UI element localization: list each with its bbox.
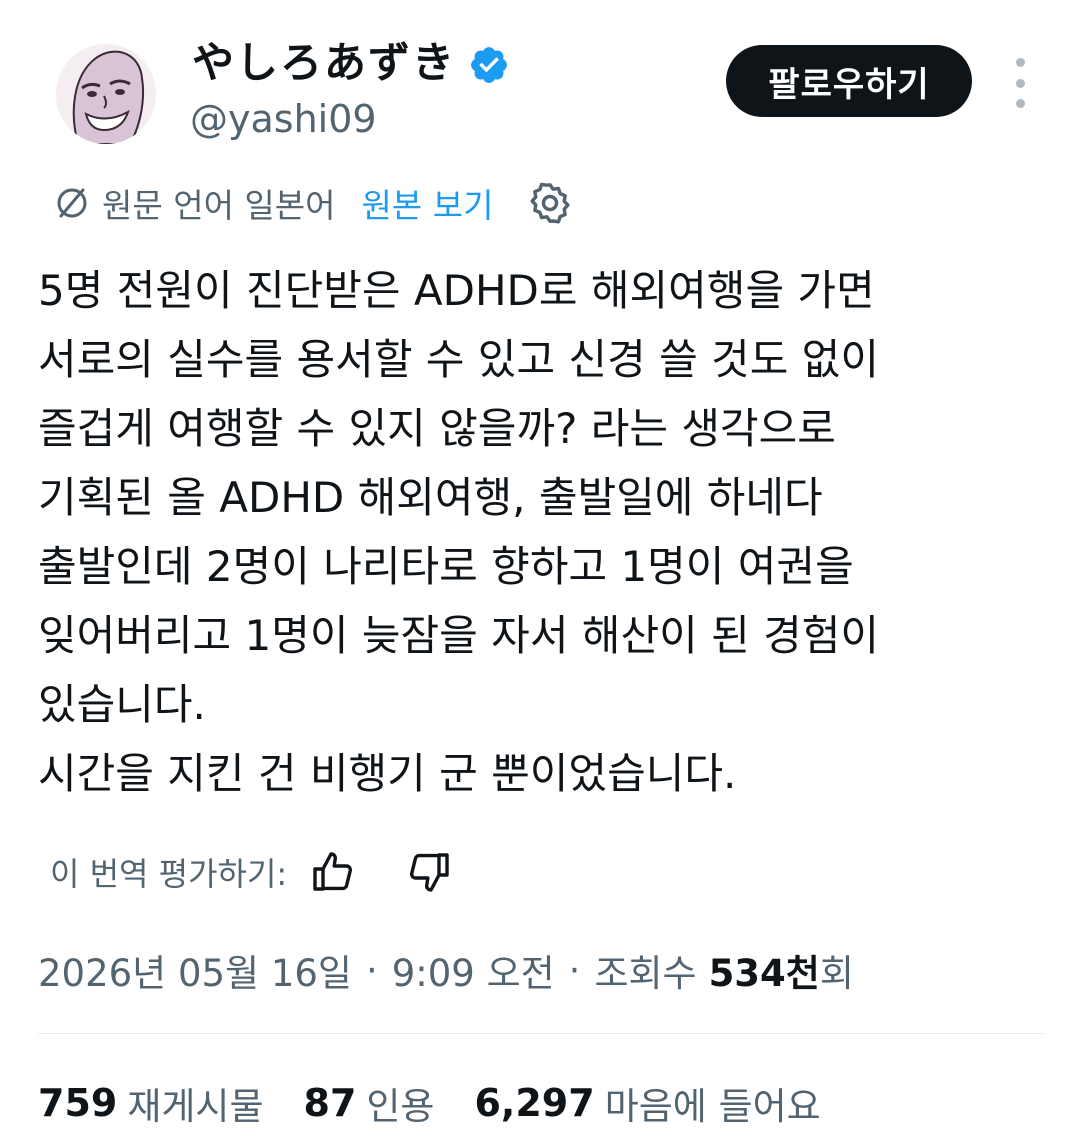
quotes-label: 인용 bbox=[366, 1085, 435, 1128]
tweet-line: 즐겁게 여행할 수 있지 않을까? 라는 생각으로 bbox=[38, 404, 836, 453]
show-original-link[interactable]: 원본 보기 bbox=[362, 179, 494, 227]
tweet-line: 출발인데 2명이 나리타로 향하고 1명이 여권을 bbox=[38, 542, 854, 591]
translate-slash-icon bbox=[57, 188, 87, 218]
likes-count: 6,297 bbox=[474, 1081, 595, 1125]
tweet-line: 시간을 지킨 건 비행기 군 뿐이었습니다. bbox=[38, 749, 737, 798]
tweet-line: 5명 전원이 진단받은 ADHD로 해외여행을 가면 bbox=[38, 266, 875, 315]
tweet-line: 잊어버리고 1명이 늦잠을 자서 해산이 된 경험이 bbox=[38, 611, 879, 660]
reposts-count: 759 bbox=[38, 1081, 118, 1125]
cartoon-face-avatar-icon bbox=[56, 44, 156, 144]
tweet-line: 기획된 올 ADHD 해외여행, 출발일에 하네다 bbox=[38, 473, 823, 522]
divider bbox=[38, 1033, 1044, 1034]
views-label: 조회수 bbox=[594, 952, 697, 995]
likes-label: 마음에 들어요 bbox=[604, 1085, 821, 1128]
engagement-stats: 759 재게시물 87 인용 6,297 마음에 들어요 bbox=[38, 1072, 861, 1134]
views-suffix: 회 bbox=[819, 952, 854, 995]
thumbs-up-icon[interactable] bbox=[309, 848, 357, 896]
gear-icon[interactable] bbox=[527, 180, 573, 226]
views-count: 534천 bbox=[708, 952, 820, 995]
tweet-line: 있습니다. bbox=[38, 680, 206, 729]
more-vertical-icon[interactable] bbox=[1006, 58, 1034, 108]
meta-separator: · bbox=[365, 948, 378, 992]
translation-bar: 원문 언어 일본어 원본 보기 bbox=[50, 178, 573, 228]
translated-from-label: 원문 언어 일본어 bbox=[102, 186, 336, 225]
rate-translation-label: 이 번역 평가하기: bbox=[50, 855, 288, 893]
rate-translation-row: 이 번역 평가하기: bbox=[50, 846, 453, 898]
quotes-count: 87 bbox=[303, 1081, 357, 1125]
likes-stat[interactable]: 6,297 마음에 들어요 bbox=[474, 1076, 820, 1130]
display-name[interactable]: やしろあずき bbox=[192, 34, 456, 92]
reposts-stat[interactable]: 759 재게시물 bbox=[38, 1076, 264, 1130]
tweet-meta: 2026년 05월 16일 · 9:09 오전 · 조회수 534천 회 bbox=[38, 940, 854, 1000]
reposts-label: 재게시물 bbox=[127, 1085, 264, 1128]
avatar[interactable] bbox=[56, 44, 156, 144]
thumbs-down-icon[interactable] bbox=[405, 848, 453, 896]
tweet-line: 서로의 실수를 용서할 수 있고 신경 쓸 것도 없이 bbox=[38, 335, 879, 384]
meta-separator: · bbox=[568, 948, 581, 992]
author-handle[interactable]: @yashi09 bbox=[190, 92, 377, 146]
quotes-stat[interactable]: 87 인용 bbox=[304, 1076, 435, 1130]
tweet-date[interactable]: 2026년 05월 16일 bbox=[38, 943, 352, 997]
tweet-text: 5명 전원이 진단받은 ADHD로 해외여행을 가면 서로의 실수를 용서할 수… bbox=[38, 256, 1048, 808]
tweet-time[interactable]: 9:09 오전 bbox=[392, 943, 555, 997]
verified-badge-icon bbox=[471, 47, 507, 83]
follow-button[interactable]: 팔로우하기 bbox=[726, 45, 972, 117]
